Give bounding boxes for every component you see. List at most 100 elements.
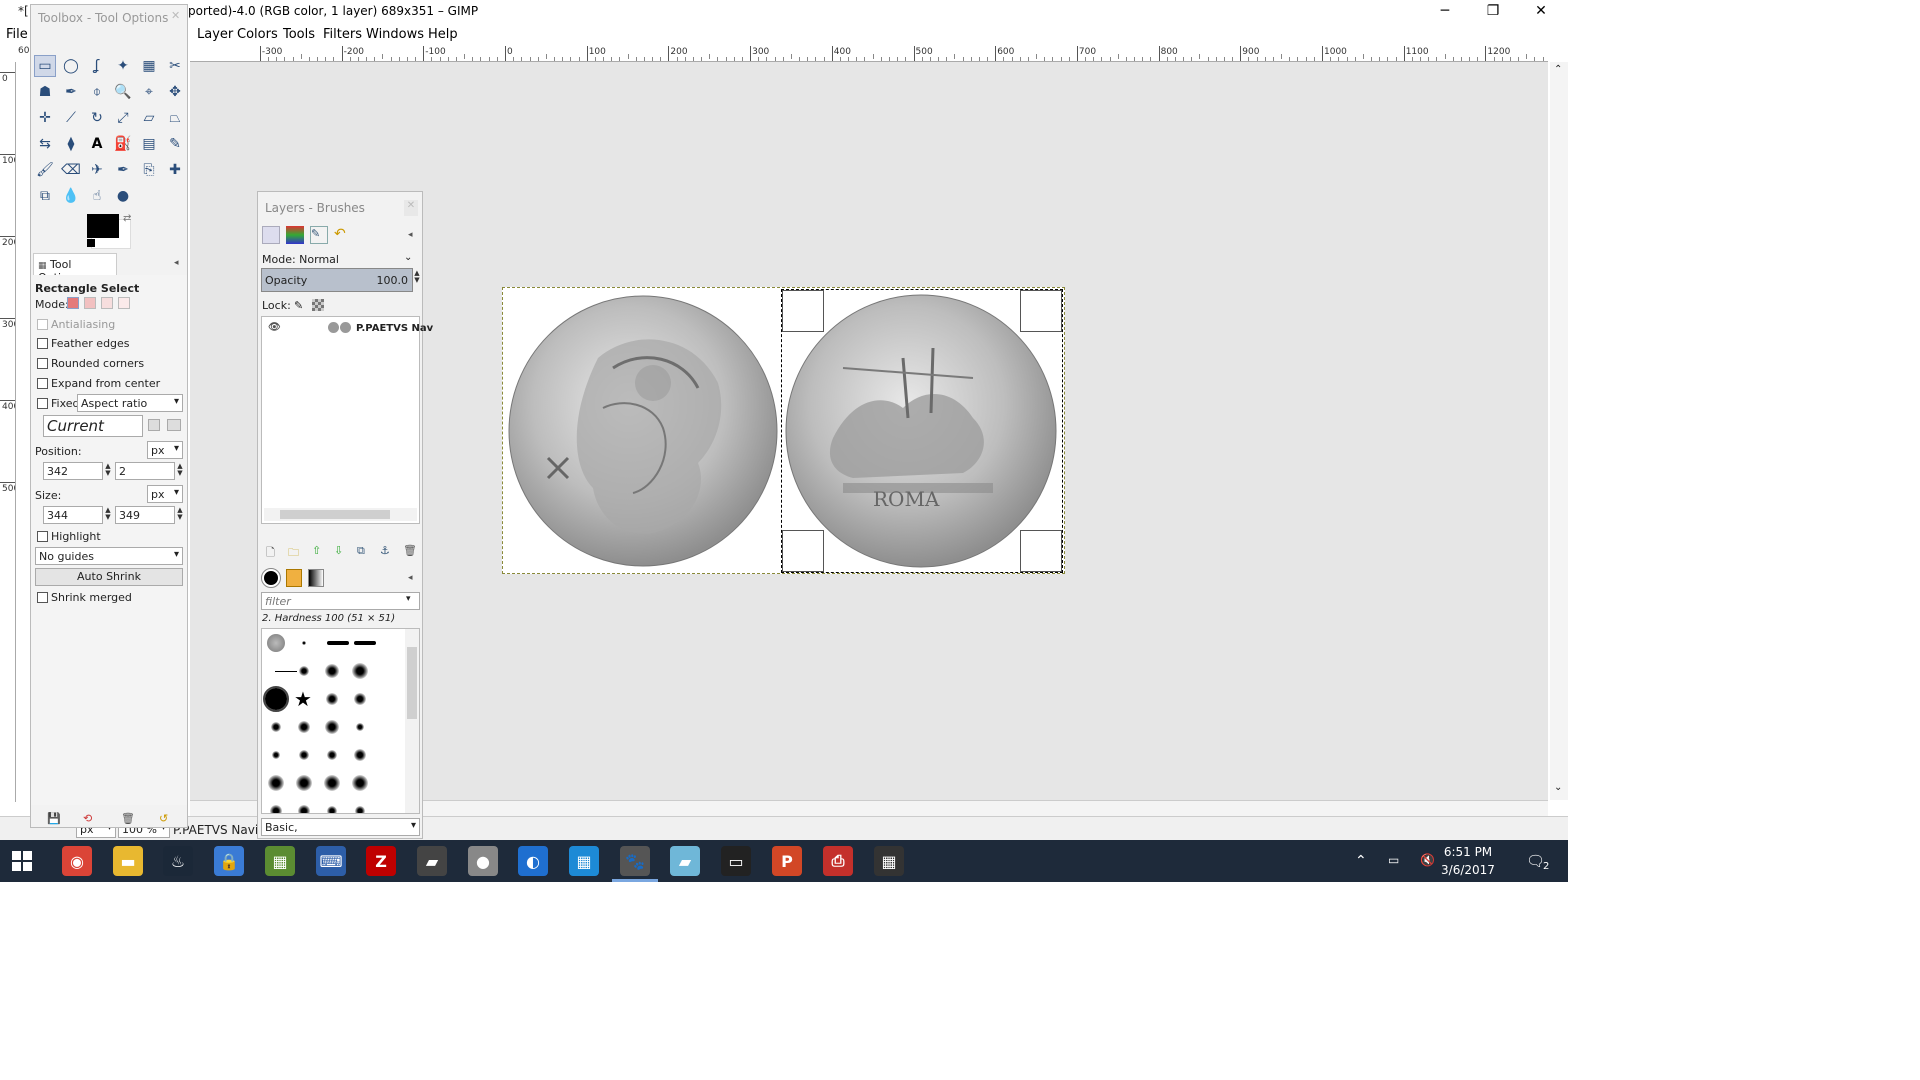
app-dark-icon[interactable]: ▰ xyxy=(417,846,447,876)
fixed-checkbox[interactable] xyxy=(37,398,48,409)
rounded-corners-checkbox[interactable] xyxy=(37,358,48,369)
sphere-app-icon[interactable]: ● xyxy=(468,846,498,876)
brush-preset[interactable] xyxy=(299,750,309,760)
brush-preset[interactable] xyxy=(324,775,340,791)
brush-preset[interactable] xyxy=(302,641,306,645)
lower-layer-icon[interactable]: ⇩ xyxy=(334,544,343,557)
scale-tool-icon[interactable]: ⤢ xyxy=(112,107,134,129)
foreground-select-tool-icon[interactable]: ☗ xyxy=(34,81,56,103)
brush-preset[interactable] xyxy=(354,749,366,761)
brush-preset[interactable] xyxy=(354,641,376,645)
mode-subtract-icon[interactable] xyxy=(101,297,113,309)
guides-select[interactable]: No guides ▾ xyxy=(35,547,183,565)
powerpoint-icon[interactable]: P xyxy=(772,846,802,876)
selection-handle-top-right[interactable] xyxy=(1020,290,1062,332)
feather-edges-checkbox[interactable] xyxy=(37,338,48,349)
ellipse-select-tool-icon[interactable]: ◯ xyxy=(60,55,82,77)
firefox-icon[interactable]: ◐ xyxy=(518,846,548,876)
brush-vscroll[interactable] xyxy=(405,629,419,813)
position-y-spinner[interactable]: ▲ ▼ xyxy=(176,463,184,479)
brush-preset[interactable] xyxy=(267,634,285,652)
selection-handle-bottom-left[interactable] xyxy=(782,530,824,572)
clock-date[interactable]: 3/6/2017 xyxy=(1438,863,1498,877)
brush-preset[interactable] xyxy=(352,775,368,791)
close-button[interactable]: ✕ xyxy=(1518,0,1564,24)
clone-tool-icon[interactable]: ⎘ xyxy=(138,159,160,181)
minimize-button[interactable]: ─ xyxy=(1422,0,1468,24)
brush-preset[interactable] xyxy=(296,775,312,791)
anchor-layer-icon[interactable]: ⚓ xyxy=(380,544,390,557)
eye-icon[interactable]: 👁 xyxy=(268,322,281,333)
scroll-down-icon[interactable]: ⌄ xyxy=(1554,782,1562,793)
menu-layer[interactable]: Layer xyxy=(197,27,233,42)
fixed-mode-select[interactable]: Aspect ratio ▾ xyxy=(77,394,183,412)
color-select-tool-icon[interactable]: ▦ xyxy=(138,55,160,77)
brush-preset[interactable] xyxy=(299,666,309,676)
menu-help[interactable]: Help xyxy=(428,27,458,42)
vertical-scrollbar[interactable]: ⌃ ⌄ xyxy=(1550,62,1568,800)
paths-tool-icon[interactable]: ✒ xyxy=(60,81,82,103)
align-tool-icon[interactable]: ✛ xyxy=(34,107,56,129)
menu-colors[interactable]: Colors xyxy=(237,27,278,42)
color-picker-tool-icon[interactable]: ⌽ xyxy=(86,81,108,103)
clock-time[interactable]: 6:51 PM xyxy=(1438,845,1498,859)
fuzzy-select-tool-icon[interactable]: ✦ xyxy=(112,55,134,77)
minecraft-icon[interactable]: ▦ xyxy=(265,846,295,876)
vertical-ruler[interactable]: 0 100 200 300 400 500 xyxy=(0,62,16,802)
raise-layer-icon[interactable]: ⇧ xyxy=(312,544,321,557)
expand-from-center-checkbox[interactable] xyxy=(37,378,48,389)
tab-tool-options[interactable]: ▦ Tool Options xyxy=(33,253,117,284)
position-y-input[interactable]: 2 xyxy=(115,462,175,480)
steam-icon[interactable]: ♨ xyxy=(163,846,193,876)
antialiasing-checkbox[interactable] xyxy=(37,319,48,330)
panel-menu-icon[interactable]: ◂ xyxy=(174,258,179,268)
mode-intersect-icon[interactable] xyxy=(118,297,130,309)
network-grid-icon[interactable]: ▦ xyxy=(569,846,599,876)
vpn-icon[interactable]: 🔒 xyxy=(214,846,244,876)
smudge-tool-icon[interactable]: ☝ xyxy=(86,185,108,207)
tab-brushes-icon[interactable] xyxy=(261,568,281,588)
brush-preset[interactable] xyxy=(355,806,365,813)
dock-menu-icon[interactable]: ◂ xyxy=(408,230,413,240)
rotate-tool-icon[interactable]: ↻ xyxy=(86,107,108,129)
size-height-input[interactable]: 349 xyxy=(115,506,175,524)
size-unit-select[interactable]: px ▾ xyxy=(147,485,183,503)
position-x-input[interactable]: 342 xyxy=(43,462,103,480)
text-tool-icon[interactable]: A xyxy=(86,133,108,155)
airbrush-tool-icon[interactable]: ✈ xyxy=(86,159,108,181)
brush-preset[interactable] xyxy=(352,663,368,679)
brush-vscroll-thumb[interactable] xyxy=(407,647,417,719)
menu-filters[interactable]: Filters xyxy=(323,27,362,42)
file-explorer-icon[interactable]: ▬ xyxy=(113,846,143,876)
layer-group-icon[interactable]: 🗀 xyxy=(288,544,299,563)
brush-preset[interactable] xyxy=(326,693,338,705)
position-x-spinner[interactable]: ▲ ▼ xyxy=(104,463,112,479)
toolbox-close-icon[interactable]: ✕ xyxy=(171,9,185,23)
maximize-button[interactable]: ❐ xyxy=(1470,0,1516,24)
tray-chevron-icon[interactable]: ⌃ xyxy=(1355,853,1367,869)
mode-replace-icon[interactable] xyxy=(67,297,79,309)
filezilla-icon[interactable]: Z xyxy=(366,846,396,876)
scroll-up-icon[interactable]: ⌃ xyxy=(1554,64,1562,75)
brush-preset[interactable] xyxy=(275,671,297,672)
selection-handle-top-left[interactable] xyxy=(782,290,824,332)
layer-name[interactable]: P.PAETVS Nav xyxy=(356,323,433,334)
acrobat-icon[interactable]: ⎙ xyxy=(823,846,853,876)
rectangle-selection[interactable] xyxy=(781,289,1063,573)
eraser-tool-icon[interactable]: ⌫ xyxy=(60,159,82,181)
delete-options-icon[interactable]: 🗑 xyxy=(121,812,135,825)
brush-preset[interactable] xyxy=(327,641,349,645)
lock-pixels-icon[interactable]: ✎ xyxy=(294,299,303,312)
battery-icon[interactable]: ▭ xyxy=(1388,853,1399,867)
layer-row[interactable]: 👁 P.PAETVS Nav xyxy=(262,317,433,341)
layer-mode-label[interactable]: Mode: Normal xyxy=(262,253,339,266)
tab-layers-icon[interactable] xyxy=(262,226,280,244)
selection-handle-bottom-right[interactable] xyxy=(1020,530,1062,572)
opacity-slider[interactable]: Opacity 100.0 xyxy=(261,268,413,292)
duplicate-layer-icon[interactable]: ⧉ xyxy=(357,544,365,558)
terminal-icon[interactable]: ▭ xyxy=(721,846,751,876)
paintbrush-tool-icon[interactable]: 🖌 xyxy=(34,159,56,181)
lock-alpha-icon[interactable] xyxy=(312,299,324,311)
ink-tool-icon[interactable]: ✒ xyxy=(112,159,134,181)
bucket-fill-tool-icon[interactable]: ⛽ xyxy=(112,133,134,155)
